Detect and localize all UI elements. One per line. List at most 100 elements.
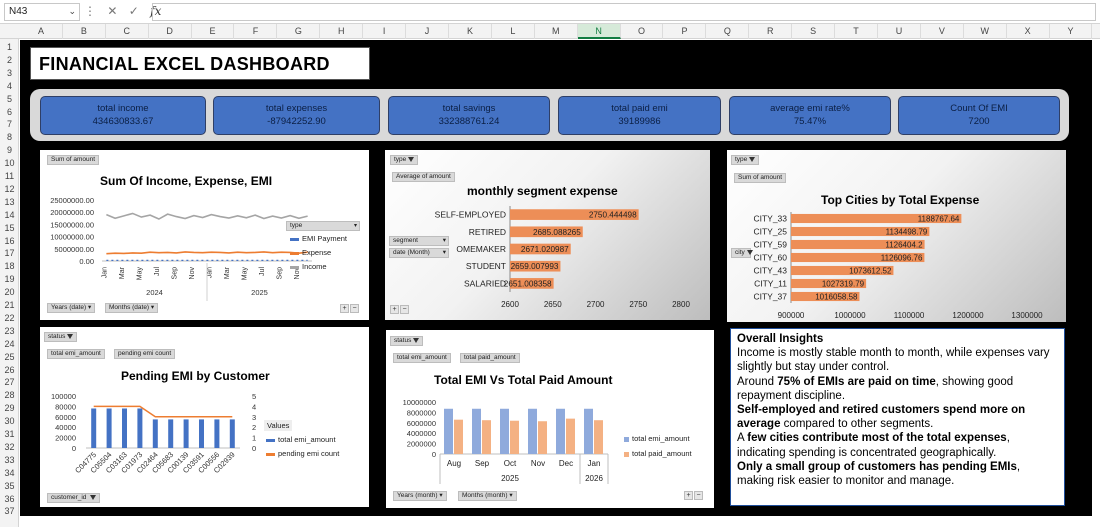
income-expense-emi-chart[interactable]: Sum of amount Sum Of Income, Expense, EM…: [40, 150, 369, 320]
column-header-d[interactable]: D: [149, 24, 192, 39]
row-header-12[interactable]: 12: [0, 183, 19, 195]
chevron-down-icon[interactable]: ⌄: [68, 6, 76, 17]
pending-emi-by-customer-chart[interactable]: status total emi_amount pending emi coun…: [40, 327, 369, 507]
row-header-3[interactable]: 3: [0, 67, 19, 79]
row-header-21[interactable]: 21: [0, 299, 19, 311]
row-header-4[interactable]: 4: [0, 80, 19, 92]
row-header-7[interactable]: 7: [0, 118, 19, 130]
row-header-6[interactable]: 6: [0, 106, 19, 118]
row-header-30[interactable]: 30: [0, 415, 19, 427]
row-header-9[interactable]: 9: [0, 144, 19, 156]
monthly-segment-expense-chart[interactable]: type Average of amount monthly segment e…: [385, 150, 710, 320]
enter-icon[interactable]: ✓: [129, 4, 139, 18]
axis-button-years[interactable]: Years (date) ▾: [47, 303, 96, 313]
column-header-p[interactable]: P: [664, 24, 707, 39]
column-header-g[interactable]: G: [277, 24, 321, 39]
top-cities-expense-chart[interactable]: type Sum of amount Top Cities by Total E…: [727, 150, 1066, 322]
axis-button-segment[interactable]: segment ▾: [389, 236, 449, 246]
cancel-icon[interactable]: ✕: [107, 4, 117, 18]
column-header-t[interactable]: T: [835, 24, 878, 39]
row-header-36[interactable]: 36: [0, 493, 19, 505]
expand-icon[interactable]: +: [684, 491, 693, 500]
row-header-17[interactable]: 17: [0, 247, 19, 259]
collapse-icon[interactable]: −: [350, 304, 359, 313]
expand-icon[interactable]: +: [390, 305, 399, 314]
axis-button-city[interactable]: city: [731, 248, 753, 258]
column-header-l[interactable]: L: [492, 24, 535, 39]
dashboard-title-box[interactable]: FINANCIAL EXCEL DASHBOARD: [30, 47, 370, 80]
column-header-y[interactable]: Y: [1050, 24, 1093, 39]
column-header-r[interactable]: R: [749, 24, 793, 39]
row-header-31[interactable]: 31: [0, 428, 19, 440]
row-header-35[interactable]: 35: [0, 480, 19, 492]
row-header-18[interactable]: 18: [0, 260, 19, 272]
kpi-card-total-expenses[interactable]: total expenses -87942252.90: [213, 96, 380, 135]
column-header-u[interactable]: U: [878, 24, 921, 39]
kpi-card-count-of-emi[interactable]: Count Of EMI 7200: [898, 96, 1060, 135]
row-header-29[interactable]: 29: [0, 402, 19, 414]
column-header-x[interactable]: X: [1007, 24, 1050, 39]
row-header-19[interactable]: 19: [0, 273, 19, 285]
y-tick-label: 0: [432, 450, 436, 459]
row-header-25[interactable]: 25: [0, 351, 19, 363]
row-header-8[interactable]: 8: [0, 131, 19, 143]
column-header-b[interactable]: B: [63, 24, 106, 39]
formula-input[interactable]: [152, 3, 1096, 21]
row-header-10[interactable]: 10: [0, 157, 19, 169]
axis-button-customer-id[interactable]: customer_id: [47, 493, 101, 503]
column-header-a[interactable]: A: [20, 24, 63, 39]
row-header-32[interactable]: 32: [0, 441, 19, 453]
column-header-e[interactable]: E: [192, 24, 235, 39]
column-header-s[interactable]: S: [792, 24, 836, 39]
kpi-value: 434630833.67: [92, 116, 154, 127]
expand-icon[interactable]: +: [340, 304, 349, 313]
column-headers: ABCDEFGHIJKLMNOPQRSTUVWXY: [0, 24, 1100, 39]
column-header-w[interactable]: W: [964, 24, 1007, 39]
row-header-23[interactable]: 23: [0, 325, 19, 337]
axis-button-years-month[interactable]: Years (month) ▾: [393, 491, 447, 501]
axis-button-months-month[interactable]: Months (month) ▾: [458, 491, 517, 501]
row-header-2[interactable]: 2: [0, 54, 19, 66]
column-header-q[interactable]: Q: [706, 24, 750, 39]
collapse-icon[interactable]: −: [400, 305, 409, 314]
axis-button-date-month[interactable]: date (Month) ▾: [389, 248, 449, 258]
kpi-card-average-emi-rate[interactable]: average emi rate% 75.47%: [729, 96, 891, 135]
row-header-28[interactable]: 28: [0, 389, 19, 401]
row-header-14[interactable]: 14: [0, 209, 19, 221]
row-header-1[interactable]: 1: [0, 41, 19, 53]
row-header-20[interactable]: 20: [0, 286, 19, 298]
column-header-k[interactable]: K: [449, 24, 492, 39]
row-header-15[interactable]: 15: [0, 222, 19, 234]
column-header-c[interactable]: C: [106, 24, 149, 39]
axis-button-months[interactable]: Months (date) ▾: [105, 303, 159, 313]
kpi-card-total-income[interactable]: total income 434630833.67: [40, 96, 206, 135]
insights-textbox[interactable]: Overall Insights Income is mostly stable…: [730, 328, 1065, 506]
row-header-5[interactable]: 5: [0, 93, 19, 105]
row-header-13[interactable]: 13: [0, 196, 19, 208]
kpi-card-total-paid-emi[interactable]: total paid emi 39189986: [558, 96, 721, 135]
legend-field-button-type[interactable]: type ▾: [286, 221, 360, 231]
legend-swatch: [290, 265, 299, 269]
row-header-27[interactable]: 27: [0, 376, 19, 388]
collapse-icon[interactable]: −: [694, 491, 703, 500]
column-header-o[interactable]: O: [621, 24, 664, 39]
column-header-n[interactable]: N: [577, 24, 621, 39]
row-header-37[interactable]: 37: [0, 505, 19, 517]
row-header-24[interactable]: 24: [0, 338, 19, 350]
row-header-26[interactable]: 26: [0, 364, 19, 376]
row-header-16[interactable]: 16: [0, 235, 19, 247]
column-header-j[interactable]: J: [406, 24, 449, 39]
total-emi-vs-paid-chart[interactable]: status total emi_amount total paid_amoun…: [386, 330, 714, 508]
column-header-m[interactable]: M: [535, 24, 578, 39]
column-header-f[interactable]: F: [235, 24, 278, 39]
more-options-icon[interactable]: ⋮: [84, 4, 96, 18]
row-header-34[interactable]: 34: [0, 467, 19, 479]
column-header-h[interactable]: H: [320, 24, 364, 39]
row-header-22[interactable]: 22: [0, 312, 19, 324]
name-box[interactable]: N43 ⌄: [4, 3, 80, 21]
row-header-11[interactable]: 11: [0, 170, 19, 182]
column-header-v[interactable]: V: [921, 24, 964, 39]
kpi-card-total-savings[interactable]: total savings 332388761.24: [388, 96, 550, 135]
column-header-i[interactable]: I: [363, 24, 407, 39]
row-header-33[interactable]: 33: [0, 454, 19, 466]
